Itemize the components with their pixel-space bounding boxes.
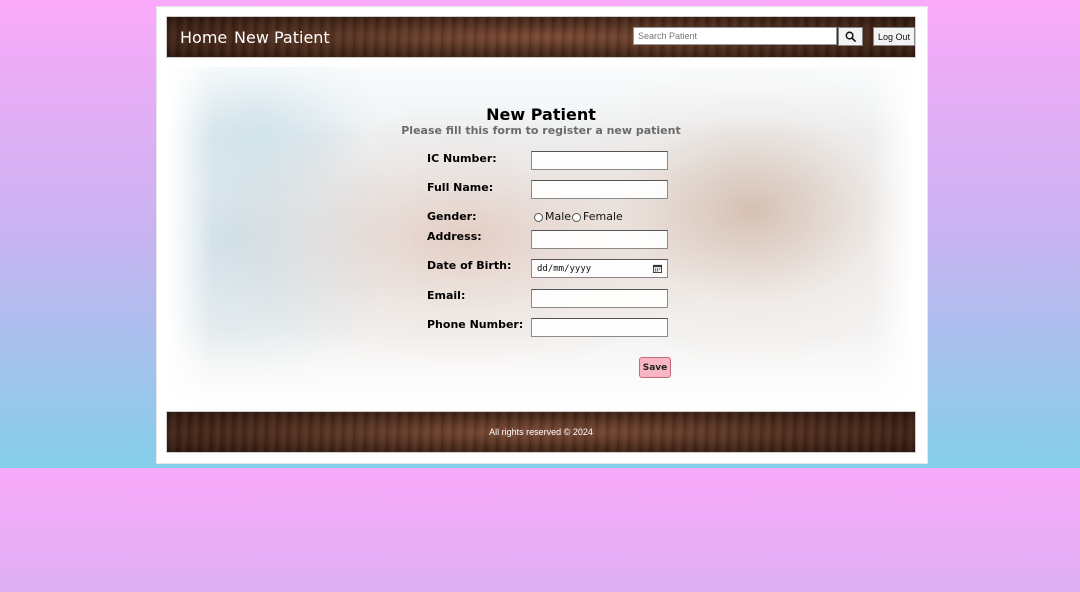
footer-copyright: All rights reserved © 2024 [489, 427, 593, 437]
date-of-birth-label: Date of Birth: [427, 259, 512, 272]
calendar-icon[interactable] [653, 264, 662, 273]
phone-number-input[interactable] [531, 318, 668, 337]
email-input[interactable] [531, 289, 668, 308]
gender-female-label[interactable]: Female [583, 210, 623, 223]
nav-new-patient-link[interactable]: New Patient [234, 28, 330, 48]
search-button[interactable] [838, 27, 863, 46]
phone-number-label: Phone Number: [427, 318, 524, 331]
gender-male-radio[interactable] [534, 213, 543, 222]
full-name-input[interactable] [531, 180, 668, 199]
save-button[interactable]: Save [639, 357, 671, 378]
date-of-birth-input[interactable]: dd/mm/yyyy [531, 259, 668, 278]
logout-button[interactable]: Log Out [873, 27, 915, 46]
email-label: Email: [427, 289, 466, 302]
address-input[interactable] [531, 230, 668, 249]
gender-male-label[interactable]: Male [545, 210, 571, 223]
footer-bar: All rights reserved © 2024 [166, 411, 916, 453]
search-patient-input[interactable] [633, 27, 837, 45]
form-subtitle: Please fill this form to register a new … [401, 124, 681, 137]
header-bar: Home New Patient Log Out [166, 16, 916, 58]
form-title: New Patient [486, 105, 596, 124]
ic-number-input[interactable] [531, 151, 668, 170]
ic-number-label: IC Number: [427, 152, 497, 165]
full-name-label: Full Name: [427, 181, 494, 194]
gender-female-radio[interactable] [572, 213, 581, 222]
search-icon [845, 31, 856, 42]
page-container: Home New Patient Log Out New Patient Ple… [157, 7, 927, 463]
gender-label: Gender: [427, 210, 477, 223]
page-background-bottom [0, 468, 1080, 592]
nav-home-link[interactable]: Home [180, 28, 227, 48]
date-of-birth-placeholder: dd/mm/yyyy [537, 263, 592, 274]
main-content: New Patient Please fill this form to reg… [167, 67, 915, 407]
address-label: Address: [427, 230, 482, 243]
